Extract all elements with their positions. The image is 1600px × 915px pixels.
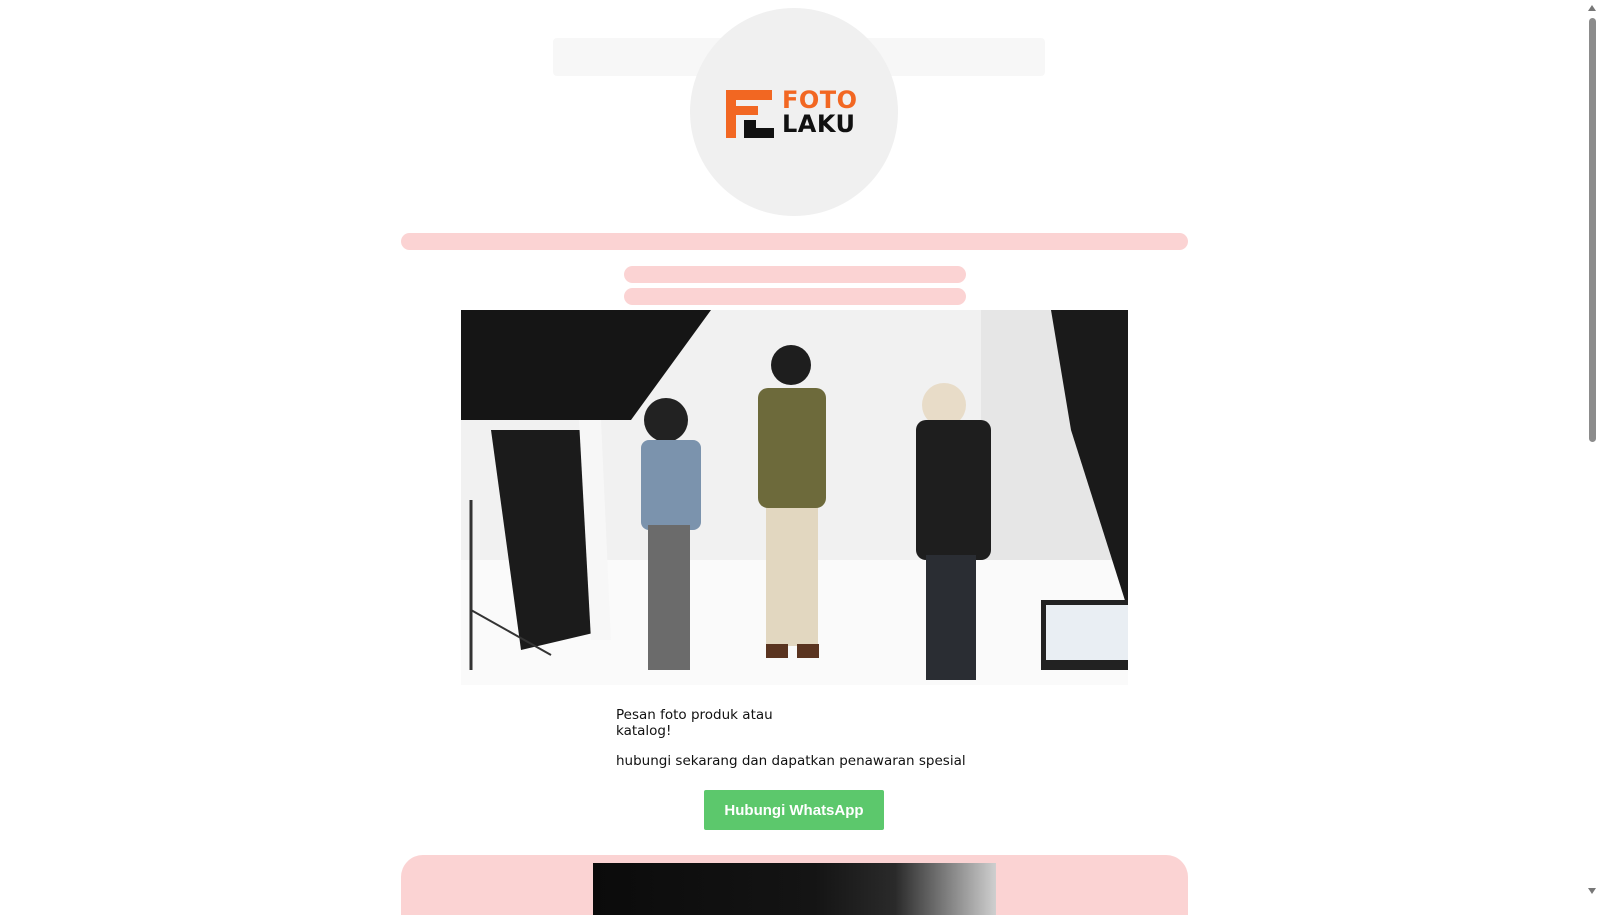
logo-wordmark: FOTO LAKU	[782, 88, 882, 136]
logo-badge[interactable]: FOTO LAKU	[690, 8, 898, 216]
promo-subtext: hubungi sekarang dan dapatkan penawaran …	[616, 753, 966, 769]
logo-text-line1: FOTO	[782, 86, 858, 114]
scrollbar-thumb[interactable]	[1589, 18, 1596, 442]
bottom-section-card	[401, 855, 1188, 915]
hero-photo	[461, 310, 1128, 685]
logo-text-line2: LAKU	[782, 110, 856, 138]
vertical-scrollbar[interactable]	[1585, 0, 1600, 899]
scroll-up-icon[interactable]	[1588, 5, 1596, 11]
promo-headline: Pesan foto produk atau katalog!	[616, 707, 773, 739]
placeholder-bar-wide	[401, 233, 1188, 250]
placeholder-bar-1	[624, 266, 966, 283]
studio-photo-illustration	[461, 310, 1128, 685]
whatsapp-contact-button[interactable]: Hubungi WhatsApp	[704, 790, 884, 830]
scroll-down-icon[interactable]	[1588, 888, 1596, 894]
bottom-section-photo	[593, 863, 996, 915]
placeholder-bar-2	[624, 288, 966, 305]
fotolaku-logo-icon	[726, 90, 774, 138]
promo-copy: Pesan foto produk atau katalog! hubungi …	[616, 707, 996, 769]
